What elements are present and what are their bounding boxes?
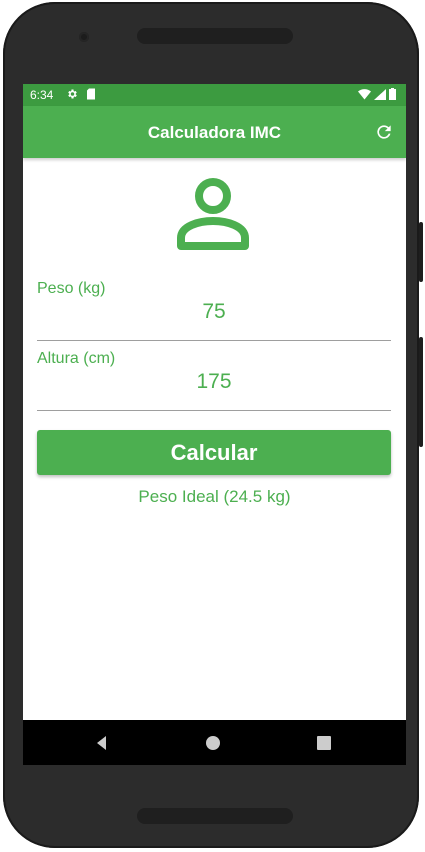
front-camera	[79, 32, 89, 42]
bottom-speaker	[137, 808, 293, 824]
back-icon[interactable]	[92, 733, 112, 753]
battery-icon	[389, 88, 396, 100]
status-left-icons	[66, 88, 96, 100]
gear-icon	[68, 89, 77, 99]
height-input[interactable]: 175	[37, 370, 391, 394]
height-field[interactable]: Altura (cm) 175	[37, 350, 391, 412]
signal-icon	[374, 88, 386, 100]
navigation-bar	[23, 720, 406, 765]
sd-card-icon	[87, 88, 95, 100]
app-title: Calculadora IMC	[147, 123, 282, 142]
weight-underline	[37, 340, 391, 341]
home-icon[interactable]	[203, 733, 223, 753]
app-bar: Calculadora IMC	[23, 106, 406, 158]
weight-input[interactable]: 75	[37, 300, 391, 324]
power-button	[419, 222, 423, 282]
weight-label: Peso (kg)	[37, 280, 106, 297]
height-label: Altura (cm)	[37, 350, 116, 367]
person-icon	[177, 178, 249, 250]
top-speaker	[137, 28, 293, 44]
recents-icon[interactable]	[314, 733, 334, 753]
height-underline	[37, 410, 391, 411]
wifi-icon	[358, 88, 371, 99]
refresh-icon[interactable]	[374, 122, 394, 142]
status-right-icons	[358, 88, 396, 100]
calculate-button[interactable]: Calcular	[37, 430, 391, 475]
status-time: 6:34	[30, 88, 54, 102]
weight-field[interactable]: Peso (kg) 75	[37, 280, 391, 342]
result-text: Peso Ideal (24.5 kg)	[138, 487, 291, 506]
volume-button	[419, 337, 423, 447]
status-bar: 6:34	[23, 84, 406, 106]
phone-frame: 6:34 Calculadora IMC Peso (kg) 75 Altura…	[3, 2, 423, 848]
screen: 6:34 Calculadora IMC Peso (kg) 75 Altura…	[23, 84, 406, 765]
